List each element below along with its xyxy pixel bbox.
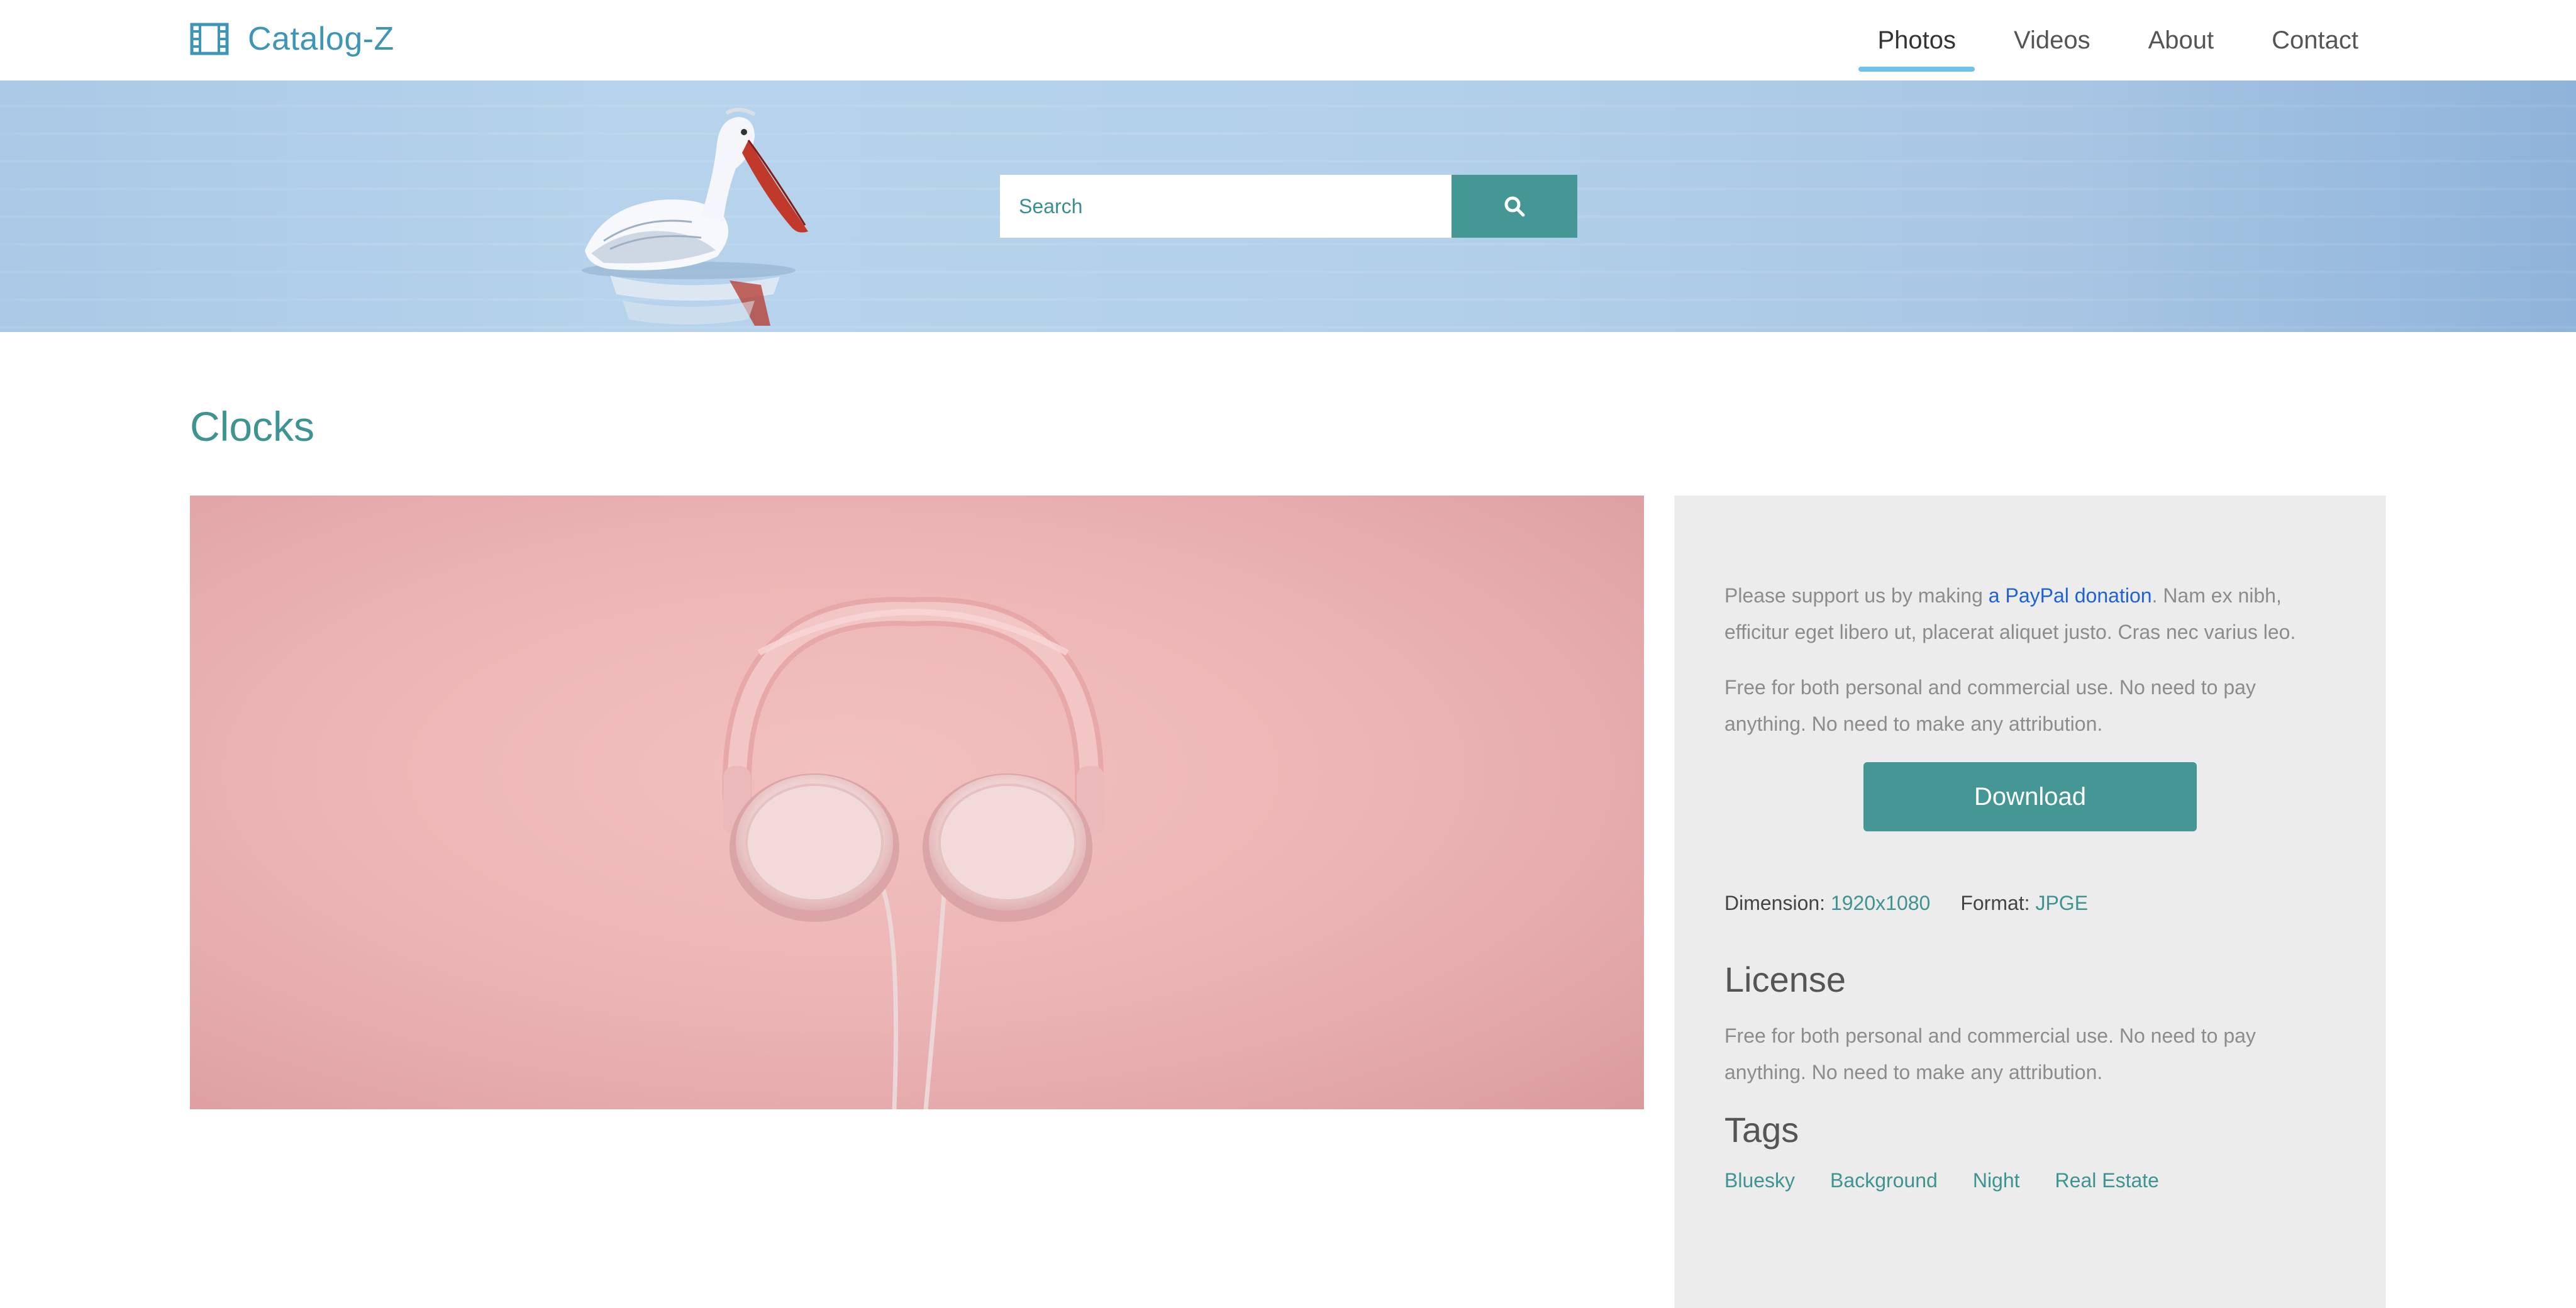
paypal-donation-link[interactable]: a PayPal donation [1989, 584, 2152, 607]
details-sidebar: Please support us by making a PayPal don… [1674, 496, 2386, 1308]
film-icon [190, 23, 229, 55]
navbar: Catalog-Z Photos Videos About Contact [0, 0, 2576, 80]
format-label: Format: [1960, 892, 2030, 914]
license-heading: License [1724, 960, 1846, 999]
brand-name: Catalog-Z [248, 21, 394, 57]
tags-heading: Tags [1724, 1110, 1799, 1150]
tag-real-estate[interactable]: Real Estate [2055, 1169, 2159, 1192]
pelican-image [582, 108, 808, 326]
headphones-image [722, 597, 1104, 1109]
image-meta: Dimension: 1920x1080 Format: JPGE [1724, 892, 2336, 915]
dimension-info: Dimension: 1920x1080 [1724, 892, 1930, 915]
main-nav: Photos Videos About Contact [1848, 0, 2387, 80]
search-input[interactable] [1000, 175, 1452, 238]
tag-bluesky[interactable]: Bluesky [1724, 1169, 1795, 1192]
usage-text: Free for both personal and commercial us… [1724, 676, 2256, 735]
nav-item-photos[interactable]: Photos [1848, 0, 1985, 80]
format-value: JPGE [2035, 892, 2089, 914]
tag-background[interactable]: Background [1830, 1169, 1938, 1192]
license-text: Free for both personal and commercial us… [1724, 1024, 2256, 1084]
dimension-value: 1920x1080 [1830, 892, 1931, 914]
brand-link[interactable]: Catalog-Z [190, 19, 394, 59]
main-photo [190, 496, 1644, 1109]
support-text: Please support us by making a PayPal don… [1724, 584, 2296, 643]
tag-night[interactable]: Night [1973, 1169, 2020, 1192]
page-title: Clocks [190, 403, 315, 450]
hero-banner [0, 80, 2576, 332]
dimension-label: Dimension: [1724, 892, 1826, 914]
nav-item-about[interactable]: About [2119, 0, 2243, 80]
format-info: Format: JPGE [1960, 892, 2088, 915]
tag-list: Bluesky Background Night Real Estate [1724, 1169, 2336, 1192]
search-icon [1504, 196, 1525, 217]
download-wrap: Download [1724, 762, 2336, 831]
nav-item-videos[interactable]: Videos [1985, 0, 2119, 80]
nav-item-contact[interactable]: Contact [2243, 0, 2387, 80]
download-button[interactable]: Download [1863, 762, 2197, 831]
search-button[interactable] [1452, 175, 1577, 238]
search-form [1000, 175, 1577, 238]
